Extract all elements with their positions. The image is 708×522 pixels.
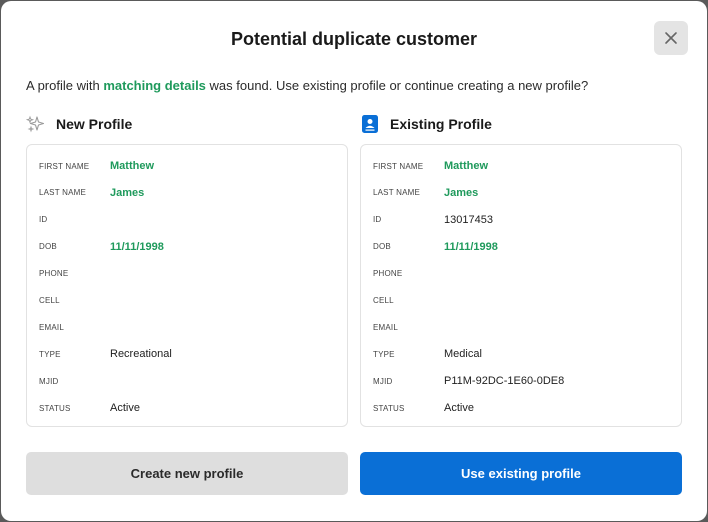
field-value: 11/11/1998 bbox=[110, 240, 164, 253]
field-value: James bbox=[444, 186, 479, 199]
field-value: 11/11/1998 bbox=[444, 240, 498, 253]
field-label: LAST NAME bbox=[373, 188, 420, 198]
existing-profile-heading: Existing Profile bbox=[360, 114, 492, 134]
field-label: TYPE bbox=[373, 349, 395, 359]
dialog-title: Potential duplicate customer bbox=[230, 29, 478, 49]
description-text-after: was found. Use existing profile or conti… bbox=[205, 78, 589, 93]
field-row-mjid: MJID bbox=[27, 373, 347, 389]
field-row-status: STATUS Active bbox=[361, 400, 681, 416]
field-row-first-name: FIRST NAME Matthew bbox=[27, 158, 347, 174]
create-new-profile-button[interactable]: Create new profile bbox=[26, 452, 348, 495]
field-row-cell: CELL bbox=[27, 293, 347, 309]
field-value: P11M-92DC-1E60-0DE8 bbox=[444, 375, 565, 388]
field-label: EMAIL bbox=[39, 322, 65, 332]
field-row-email: EMAIL bbox=[361, 319, 681, 335]
field-label: CELL bbox=[39, 296, 60, 305]
field-label: MJID bbox=[373, 376, 393, 386]
field-row-email: EMAIL bbox=[27, 319, 347, 335]
field-row-type: TYPE Medical bbox=[361, 346, 681, 362]
close-button[interactable] bbox=[654, 21, 688, 55]
field-label: STATUS bbox=[373, 403, 405, 413]
field-value: Matthew bbox=[444, 160, 488, 172]
field-label: DOB bbox=[373, 242, 391, 252]
field-row-status: STATUS Active bbox=[27, 400, 347, 416]
field-label: STATUS bbox=[39, 403, 71, 413]
profile-card-icon bbox=[360, 114, 380, 134]
field-value: Recreational bbox=[110, 348, 172, 361]
description-text-before: A profile with bbox=[26, 78, 104, 93]
dialog-description: A profile with matching details was foun… bbox=[26, 78, 588, 93]
description-highlight: matching details bbox=[103, 78, 206, 93]
field-label: EMAIL bbox=[373, 322, 399, 332]
field-row-last-name: LAST NAME James bbox=[27, 185, 347, 201]
field-label: ID bbox=[373, 215, 382, 225]
duplicate-customer-dialog: Potential duplicate customer A profile w… bbox=[1, 1, 707, 521]
field-row-id: ID 13017453 bbox=[361, 212, 681, 228]
new-profile-card: FIRST NAME Matthew LAST NAME James ID DOB 11/1… bbox=[26, 144, 348, 427]
use-existing-profile-button[interactable]: Use existing profile bbox=[360, 452, 682, 495]
field-row-cell: CELL bbox=[361, 293, 681, 309]
field-value: 13017453 bbox=[444, 213, 493, 226]
field-label: LAST NAME bbox=[39, 188, 86, 198]
existing-profile-title: Existing Profile bbox=[390, 116, 492, 132]
field-label: TYPE bbox=[39, 349, 61, 359]
field-label: ID bbox=[39, 215, 48, 225]
field-label: DOB bbox=[39, 242, 57, 252]
field-value: Matthew bbox=[110, 160, 154, 172]
field-row-mjid: MJID P11M-92DC-1E60-0DE8 bbox=[361, 373, 681, 389]
field-row-first-name: FIRST NAME Matthew bbox=[361, 158, 681, 174]
field-value: Medical bbox=[444, 348, 482, 361]
field-row-dob: DOB 11/11/1998 bbox=[361, 239, 681, 255]
field-label: PHONE bbox=[373, 269, 403, 279]
field-row-phone: PHONE bbox=[361, 266, 681, 282]
field-value: Active bbox=[444, 402, 474, 415]
field-row-phone: PHONE bbox=[27, 266, 347, 282]
field-row-last-name: LAST NAME James bbox=[361, 185, 681, 201]
close-icon bbox=[665, 32, 677, 44]
field-row-dob: DOB 11/11/1998 bbox=[27, 239, 347, 255]
field-label: FIRST NAME bbox=[39, 161, 90, 171]
existing-profile-card: FIRST NAME Matthew LAST NAME James ID 1301745… bbox=[360, 144, 682, 427]
field-row-type: TYPE Recreational bbox=[27, 346, 347, 362]
field-label: FIRST NAME bbox=[373, 161, 424, 171]
new-profile-title: New Profile bbox=[56, 116, 133, 132]
field-value: James bbox=[110, 186, 145, 199]
new-profile-heading: New Profile bbox=[26, 114, 132, 134]
field-row-id: ID bbox=[27, 212, 347, 228]
field-label: MJID bbox=[39, 376, 59, 386]
field-label: CELL bbox=[373, 296, 394, 305]
sparkles-icon bbox=[26, 114, 46, 134]
field-label: PHONE bbox=[39, 269, 69, 279]
field-value: Active bbox=[110, 402, 140, 415]
